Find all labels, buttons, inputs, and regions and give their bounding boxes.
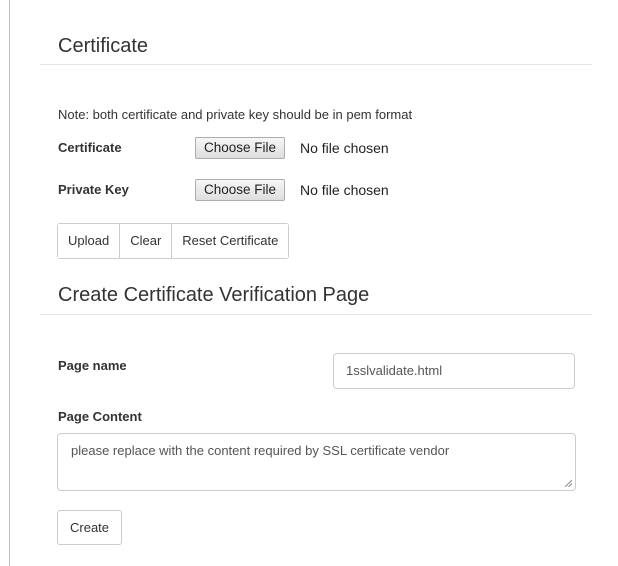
page-content-textarea[interactable]: please replace with the content required… — [57, 433, 576, 491]
page-content-text: please replace with the content required… — [71, 443, 450, 458]
page-name-input[interactable]: 1sslvalidate.html — [333, 353, 575, 389]
certificate-section-title: Certificate — [58, 35, 149, 57]
divider — [40, 64, 592, 65]
certificate-action-group: Upload Clear Reset Certificate — [57, 223, 290, 259]
reset-certificate-button[interactable]: Reset Certificate — [172, 224, 289, 258]
create-button[interactable]: Create — [57, 510, 123, 545]
private-key-label: Private Key — [58, 182, 129, 197]
certificate-file-status: No file chosen — [300, 140, 389, 156]
page-name-label: Page name — [58, 358, 127, 373]
upload-button[interactable]: Upload — [58, 224, 121, 258]
private-key-file-status: No file chosen — [300, 182, 389, 198]
private-key-choose-file-button[interactable]: Choose File — [195, 179, 286, 201]
page-content-label: Page Content — [58, 409, 142, 424]
clear-button[interactable]: Clear — [120, 224, 173, 258]
verification-section-title: Create Certificate Verification Page — [58, 284, 370, 306]
certificate-label: Certificate — [58, 140, 122, 155]
resize-grip-icon[interactable] — [565, 480, 572, 487]
certificate-choose-file-button[interactable]: Choose File — [195, 137, 286, 159]
divider — [40, 314, 592, 315]
format-note: Note: both certificate and private key s… — [58, 107, 413, 122]
